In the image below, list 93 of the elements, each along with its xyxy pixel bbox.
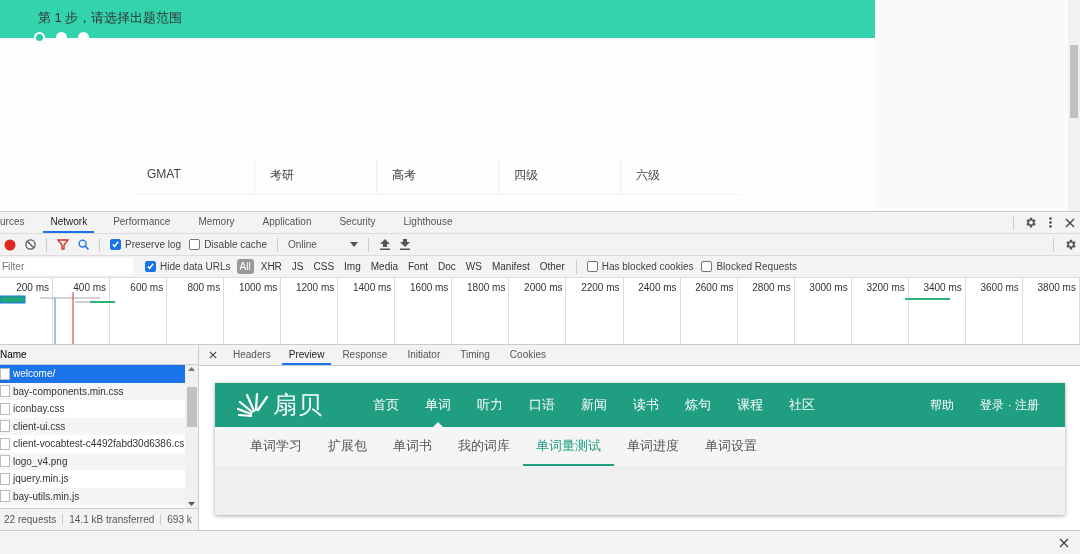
download-icon[interactable] [399, 239, 410, 250]
file-icon [0, 490, 10, 503]
type-filter[interactable]: WS [462, 259, 485, 274]
checkbox[interactable]: Preserve log [110, 239, 182, 250]
time-tick: 3800 ms [1037, 282, 1076, 293]
upload-icon[interactable] [379, 239, 390, 250]
subnav-tab[interactable]: 单词设置 [692, 427, 770, 466]
type-filter[interactable]: Img [341, 259, 364, 274]
time-tick: 600 ms [130, 282, 164, 293]
time-tick: 200 ms [16, 282, 50, 293]
time-tick: 3200 ms [866, 282, 905, 293]
panel-tab[interactable]: Lighthouse [394, 212, 462, 233]
category-option[interactable]: 高考 [376, 158, 498, 195]
scroll-thumb[interactable] [1070, 45, 1078, 118]
subnav-tab[interactable]: 单词书 [380, 427, 445, 466]
detail-tab[interactable]: Headers [224, 345, 280, 365]
file-icon [0, 455, 10, 468]
time-tick: 1800 ms [467, 282, 506, 293]
type-filter[interactable]: Font [405, 259, 431, 274]
time-tick: 1200 ms [295, 282, 335, 293]
subnav-tab[interactable]: 单词进度 [614, 427, 692, 466]
close-icon[interactable] [209, 351, 217, 359]
detail-tab[interactable]: Initiator [398, 345, 450, 365]
caret-icon [349, 242, 358, 247]
filter-icon[interactable] [57, 239, 69, 250]
shell-logo-icon [237, 392, 269, 418]
checkbox[interactable]: Has blocked cookies [586, 261, 694, 272]
time-tick: 400 ms [73, 282, 107, 293]
search-icon[interactable] [77, 239, 89, 250]
status-text: 693 k [167, 514, 193, 525]
checkbox[interactable]: Disable cache [189, 239, 267, 250]
time-tick: 2200 ms [581, 282, 620, 293]
scroll-thumb[interactable] [186, 386, 197, 427]
column-header[interactable]: Name [0, 349, 27, 360]
subnav-tab[interactable]: 单词学习 [237, 427, 315, 466]
file-icon [0, 472, 10, 485]
panel-tab[interactable]: Application [253, 212, 321, 233]
time-tick: 3400 ms [923, 282, 962, 293]
category-option[interactable]: 四级 [498, 158, 620, 195]
more-icon[interactable] [1048, 217, 1052, 228]
subnav-tab[interactable]: 我的词库 [445, 427, 523, 466]
time-tick: 1400 ms [352, 282, 392, 293]
time-tick: 2400 ms [638, 282, 677, 293]
detail-tab[interactable]: Response [333, 345, 397, 365]
file-icon [0, 385, 10, 398]
checkmark-icon [146, 262, 155, 271]
close-icon[interactable] [1059, 537, 1069, 548]
time-tick: 2800 ms [752, 282, 791, 293]
time-tick: 3600 ms [980, 282, 1019, 293]
file-icon [0, 402, 10, 415]
detail-tab[interactable]: Cookies [500, 345, 555, 365]
file-icon [0, 367, 10, 380]
checkmark-icon [111, 240, 120, 249]
category-option[interactable]: 六级 [620, 158, 742, 195]
category-option[interactable]: GMAT [132, 158, 254, 195]
type-filter[interactable]: JS [288, 259, 307, 274]
record-icon[interactable] [4, 238, 16, 251]
step-title: 第 1 步，请选择出题范围 [38, 10, 183, 25]
close-icon[interactable] [1065, 217, 1075, 228]
type-filter[interactable]: Manifest [488, 259, 533, 274]
checkbox[interactable]: Hide data URLs [145, 261, 231, 272]
detail-tab[interactable]: Timing [451, 345, 499, 365]
type-filter[interactable]: Media [367, 259, 401, 274]
request-row[interactable]: welcome/ [0, 365, 185, 383]
type-filter[interactable]: Doc [435, 259, 459, 274]
type-filter[interactable]: CSS [310, 259, 338, 274]
panel-tab[interactable]: Performance [104, 212, 180, 233]
checkbox[interactable]: Blocked Requests [701, 261, 798, 272]
panel-tab[interactable]: Security [330, 212, 385, 233]
status-text: 22 requests [4, 514, 64, 525]
scrollbar[interactable] [1068, 0, 1080, 211]
time-tick: 3000 ms [809, 282, 848, 293]
scroll-down-icon[interactable] [188, 502, 195, 506]
scroll-up-icon[interactable] [188, 367, 195, 371]
file-icon [0, 420, 10, 433]
time-tick: 2600 ms [695, 282, 734, 293]
clear-icon[interactable] [24, 239, 36, 250]
type-filter[interactable]: Other [536, 259, 568, 274]
panel-tab[interactable]: urces [0, 212, 34, 233]
panel-tab[interactable]: Memory [189, 212, 244, 233]
scrollbar[interactable] [185, 365, 198, 508]
status-text: 14.1 kB transferred [69, 514, 162, 525]
file-icon [0, 437, 10, 450]
type-filter[interactable]: XHR [257, 259, 285, 274]
time-tick: 1600 ms [410, 282, 449, 293]
throttle-select[interactable]: Online [287, 239, 358, 250]
filter-field[interactable]: Filter [0, 258, 133, 275]
subnav-tab[interactable]: 扩展包 [315, 427, 380, 466]
time-tick: 1000 ms [238, 282, 278, 293]
time-tick: 2000 ms [524, 282, 563, 293]
request-row[interactable]: client-vocabtest-c4492fabd30d6386.cs [0, 435, 185, 453]
time-tick: 800 ms [187, 282, 221, 293]
category-option[interactable]: 考研 [254, 158, 376, 195]
